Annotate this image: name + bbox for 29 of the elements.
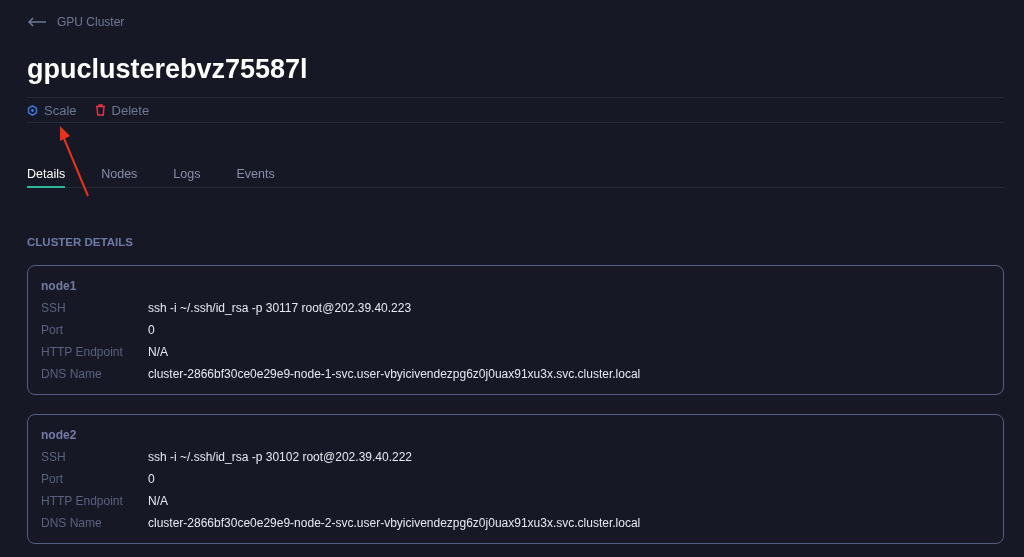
trash-icon bbox=[94, 104, 106, 116]
tab[interactable]: Events bbox=[236, 162, 275, 188]
section-heading: CLUSTER DETAILS bbox=[27, 236, 134, 248]
field-label: SSH bbox=[41, 301, 67, 315]
field-value: cluster-2866bf30ce0e29e9-node-1-svc.user-vbyicivendezpg6z0j0uax91xu3x.svc.cluster.local bbox=[148, 367, 641, 381]
field-label: DNS Name bbox=[41, 367, 103, 381]
back-arrow-icon[interactable] bbox=[27, 17, 47, 27]
field-label: Port bbox=[41, 323, 64, 337]
field-value: 0 bbox=[148, 472, 155, 486]
field-value: cluster-2866bf30ce0e29e9-node-2-svc.user-vbyicivendezpg6z0j0uax91xu3x.svc.cluster.local bbox=[148, 516, 641, 530]
tab[interactable]: Logs bbox=[173, 162, 201, 188]
page-title: gpuclusterebvz75587l bbox=[27, 53, 309, 86]
field-label: HTTP Endpoint bbox=[41, 345, 124, 359]
field-value: ssh -i ~/.ssh/id_rsa -p 30102 root@202.39.40.222 bbox=[148, 450, 412, 464]
field-value: N/A bbox=[148, 345, 168, 359]
node-name: node1 bbox=[41, 279, 78, 293]
tab[interactable]: Details bbox=[27, 162, 66, 188]
field-label: DNS Name bbox=[41, 516, 103, 530]
field-value: N/A bbox=[148, 494, 168, 508]
field-label: HTTP Endpoint bbox=[41, 494, 124, 508]
action-button[interactable]: Scale bbox=[27, 102, 77, 118]
breadcrumb-link[interactable]: GPU Cluster bbox=[57, 15, 125, 29]
field-value: 0 bbox=[148, 323, 155, 337]
action-button[interactable]: Delete bbox=[94, 102, 150, 118]
field-value: ssh -i ~/.ssh/id_rsa -p 30117 root@202.39.40.223 bbox=[148, 301, 412, 315]
tab[interactable]: Nodes bbox=[101, 162, 138, 188]
field-label: Port bbox=[41, 472, 64, 486]
node-name: node2 bbox=[41, 428, 78, 442]
field-label: SSH bbox=[41, 450, 67, 464]
